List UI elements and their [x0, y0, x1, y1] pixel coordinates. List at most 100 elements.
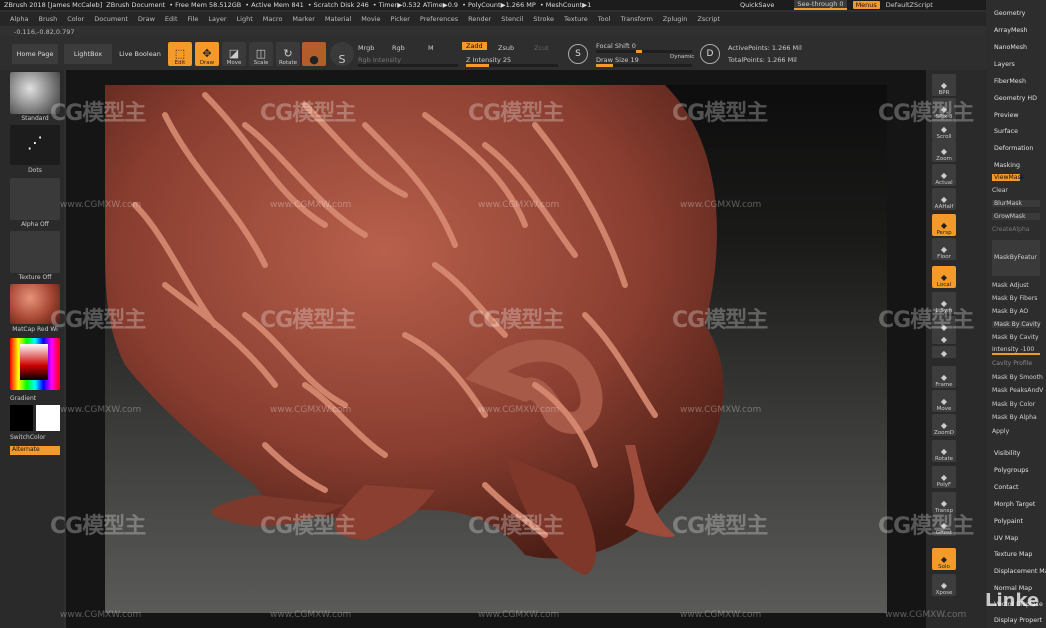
createalpha-button[interactable]: CreateAlpha: [992, 226, 1030, 233]
menu-preferences[interactable]: Preferences: [420, 15, 458, 23]
tray-visibility[interactable]: Visibility: [994, 450, 1020, 457]
shelf-button-floor[interactable]: ◆ Floor: [932, 238, 956, 260]
shelf-button-persp[interactable]: ◆ Persp: [932, 214, 956, 236]
shelf-button-xpose[interactable]: ◆ Xpose: [932, 574, 956, 596]
menu-movie[interactable]: Movie: [361, 15, 380, 23]
shelf-button-frame[interactable]: ◆ Frame: [932, 366, 956, 388]
menu-texture[interactable]: Texture: [564, 15, 588, 23]
menu-brush[interactable]: Brush: [38, 15, 57, 23]
zadd-button[interactable]: Zadd: [462, 42, 487, 50]
zsub-button[interactable]: Zsub: [498, 44, 514, 52]
move-button[interactable]: ◪ Move: [222, 42, 246, 66]
material-swatch-button[interactable]: ●: [302, 42, 326, 66]
shelf-button-move[interactable]: ◆ Move: [932, 390, 956, 412]
menu-picker[interactable]: Picker: [391, 15, 410, 23]
growmask-button[interactable]: GrowMask: [992, 213, 1040, 220]
switchcolor-button[interactable]: SwitchColor: [10, 434, 60, 441]
mask-item-mask-by-smooth[interactable]: Mask By Smooth: [992, 374, 1043, 381]
mask-item-mask-by-color[interactable]: Mask By Color: [992, 401, 1035, 408]
menus-button[interactable]: Menus: [852, 1, 880, 9]
tray-polypaint[interactable]: Polypaint: [994, 518, 1023, 525]
maskbyfeature-button[interactable]: MaskByFeatur: [992, 240, 1040, 276]
mask-item-mask-adjust[interactable]: Mask Adjust: [992, 282, 1029, 289]
tray-uv-map[interactable]: UV Map: [994, 535, 1018, 542]
shelf-button-rotate[interactable]: ◆ Rotate: [932, 440, 956, 462]
mask-item-mask-by-cavity[interactable]: Mask By Cavity: [992, 321, 1041, 328]
tray-morph-target[interactable]: Morph Target: [994, 501, 1035, 508]
z-intensity-track[interactable]: [466, 64, 558, 67]
menu-macro[interactable]: Macro: [263, 15, 283, 23]
z-intensity-slider[interactable]: Z Intensity 25: [466, 56, 511, 64]
shelf-button-polyf[interactable]: ◆ PolyF: [932, 466, 956, 488]
focal-shift-track[interactable]: [596, 50, 692, 53]
rgb-intensity-track[interactable]: [358, 64, 458, 67]
shelf-button-solo[interactable]: ◆ Solo: [932, 548, 956, 570]
menu-transform[interactable]: Transform: [620, 15, 652, 23]
menu-draw[interactable]: Draw: [138, 15, 155, 23]
shelf-button-bpr[interactable]: ◆ BPR: [932, 74, 956, 96]
zcut-button[interactable]: Zcut: [534, 44, 549, 52]
edit-button[interactable]: ⬚ Edit: [168, 42, 192, 66]
menu-edit[interactable]: Edit: [165, 15, 178, 23]
menu-alpha[interactable]: Alpha: [10, 15, 28, 23]
tray-fibermesh[interactable]: FiberMesh: [994, 78, 1026, 85]
tray-display-propert[interactable]: Display Propert: [994, 617, 1042, 624]
stroke-thumbnail[interactable]: ⋰: [10, 125, 60, 165]
tray-masking[interactable]: Masking: [994, 162, 1020, 169]
secondary-color-swatch[interactable]: [36, 405, 60, 431]
draw-size-track[interactable]: [596, 64, 692, 67]
texture-thumbnail[interactable]: [10, 231, 60, 273]
quicksave-button[interactable]: QuickSave: [740, 1, 774, 9]
tray-preview[interactable]: Preview: [994, 112, 1019, 119]
tray-surface[interactable]: Surface: [994, 128, 1018, 135]
focal-shift-slider[interactable]: Focal Shift 0: [596, 42, 636, 50]
tray-layers[interactable]: Layers: [994, 61, 1015, 68]
default-zscript-button[interactable]: DefaultZScript: [886, 1, 933, 9]
tray-polygroups[interactable]: Polygroups: [994, 467, 1028, 474]
menu-material[interactable]: Material: [325, 15, 351, 23]
menu-stroke[interactable]: Stroke: [533, 15, 554, 23]
menu-render[interactable]: Render: [468, 15, 491, 23]
menu-stencil[interactable]: Stencil: [501, 15, 523, 23]
mask-item-cavity-profile[interactable]: Cavity Profile: [992, 360, 1032, 367]
alternate-button[interactable]: Alternate: [10, 446, 60, 455]
menu-file[interactable]: File: [188, 15, 199, 23]
menu-tool[interactable]: Tool: [598, 15, 611, 23]
rgb-button[interactable]: Rgb: [392, 44, 405, 52]
tray-deformation[interactable]: Deformation: [994, 145, 1033, 152]
tray-displacement-map[interactable]: Displacement Map: [994, 568, 1046, 575]
draw-size-slider[interactable]: Draw Size 19: [596, 56, 639, 64]
shelf-button-zoom[interactable]: ◆ Zoom: [932, 140, 956, 162]
see-through-slider[interactable]: See-through 0: [794, 0, 847, 10]
mask-item-mask-by-ao[interactable]: Mask By AO: [992, 308, 1028, 315]
shelf-button-blank-12[interactable]: ◆: [932, 346, 956, 358]
lightbox-button[interactable]: LightBox: [64, 44, 112, 64]
dynamic-button[interactable]: Dynamic: [670, 54, 694, 60]
alpha-thumbnail[interactable]: [10, 178, 60, 220]
viewmask-button[interactable]: ViewMask: [992, 174, 1024, 181]
tray-geometry[interactable]: Geometry: [994, 10, 1025, 17]
shelf-button-actual[interactable]: ◆ Actual: [932, 164, 956, 186]
tray-arraymesh[interactable]: ArrayMesh: [994, 27, 1028, 34]
mask-item-intensity-100[interactable]: Intensity -100: [992, 346, 1040, 355]
tray-contact[interactable]: Contact: [994, 484, 1019, 491]
menu-zplugin[interactable]: Zplugin: [663, 15, 688, 23]
mask-item-mask-peaksandv[interactable]: Mask PeaksAndV: [992, 387, 1043, 394]
mask-item-mask-by-cavity[interactable]: Mask By Cavity: [992, 334, 1039, 341]
rotate-button[interactable]: ↻ Rotate: [276, 42, 300, 66]
tray-nanomesh[interactable]: NanoMesh: [994, 44, 1027, 51]
live-boolean-button[interactable]: Live Boolean: [116, 44, 164, 64]
menu-layer[interactable]: Layer: [208, 15, 226, 23]
color-picker[interactable]: [10, 338, 60, 390]
shelf-button-aahalf[interactable]: ◆ AAHalf: [932, 188, 956, 210]
clear-mask-button[interactable]: Clear: [992, 187, 1008, 194]
menu-document[interactable]: Document: [94, 15, 128, 23]
draw-button[interactable]: ✥ Draw: [195, 42, 219, 66]
mask-item-mask-by-alpha[interactable]: Mask By Alpha: [992, 414, 1037, 421]
m-button[interactable]: M: [428, 44, 434, 52]
rgb-intensity-slider[interactable]: Rgb Intensity: [358, 56, 401, 64]
stroke-button[interactable]: S: [330, 42, 354, 66]
menu-zscript[interactable]: Zscript: [697, 15, 720, 23]
tray-geometry-hd[interactable]: Geometry HD: [994, 95, 1037, 102]
shelf-button-local[interactable]: ◆ Local: [932, 266, 956, 288]
